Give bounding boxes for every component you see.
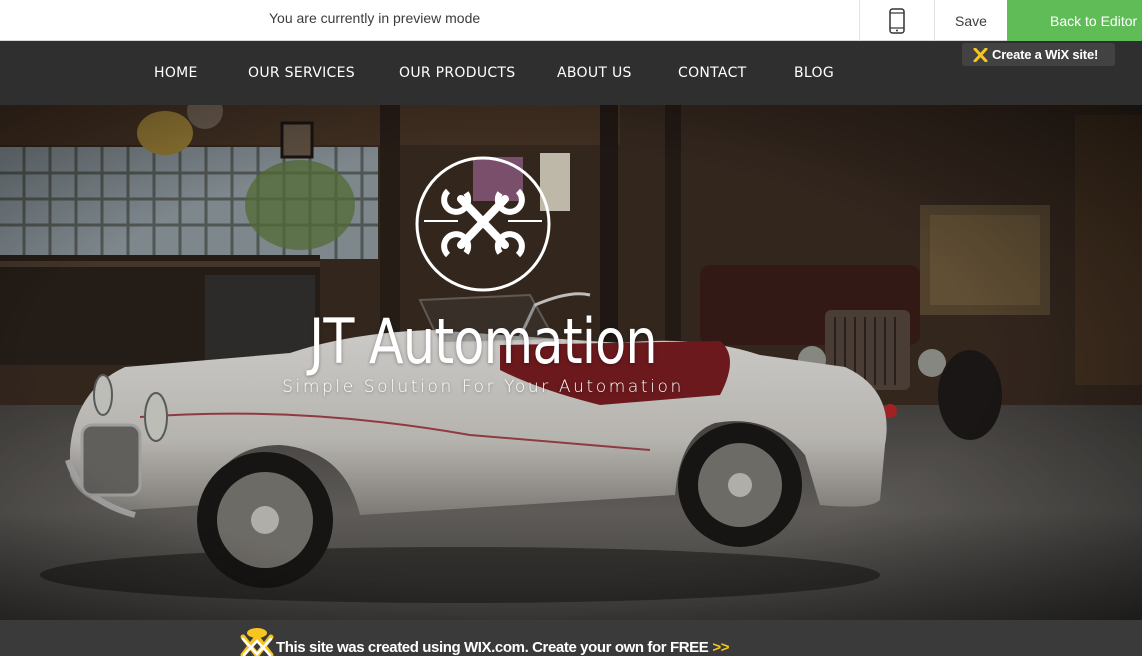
create-wix-site-badge[interactable]: Create a WiX site!	[962, 43, 1115, 66]
hero-subtitle: Simple Solution For Your Automation	[282, 377, 684, 397]
nav-item-blog[interactable]: BLOG	[794, 65, 834, 81]
mobile-phone-icon	[889, 7, 905, 34]
footer-arrows: >>	[712, 639, 730, 656]
create-wix-site-label: Create a WiX site!	[992, 47, 1099, 62]
wix-logo-icon	[973, 47, 988, 62]
nav-item-our-products[interactable]: OUR PRODUCTS	[399, 65, 515, 81]
wix-crown-icon	[240, 628, 274, 656]
nav-item-about-us[interactable]: ABOUT US	[557, 65, 632, 81]
nav-item-our-services[interactable]: OUR SERVICES	[248, 65, 355, 81]
hero-title: JT Automation	[309, 305, 657, 378]
wix-footer-link[interactable]: This site was created using WIX.com. Cre…	[276, 639, 730, 656]
nav-item-contact[interactable]: CONTACT	[678, 65, 747, 81]
nav-item-home[interactable]: HOME	[154, 65, 198, 81]
wix-footer-banner[interactable]: This site was created using WIX.com. Cre…	[0, 620, 1142, 656]
preview-bar: You are currently in preview mode Save B…	[0, 0, 1142, 41]
preview-mode-message: You are currently in preview mode	[269, 10, 481, 26]
mobile-view-button[interactable]	[859, 0, 935, 41]
save-button[interactable]: Save	[935, 0, 1007, 41]
wix-footer-message: This site was created using WIX.com. Cre…	[276, 639, 709, 656]
crossed-wrenches-icon	[415, 156, 551, 292]
back-to-editor-button[interactable]: Back to Editor	[1007, 0, 1142, 41]
hero-section: JT Automation Simple Solution For Your A…	[0, 105, 1142, 620]
